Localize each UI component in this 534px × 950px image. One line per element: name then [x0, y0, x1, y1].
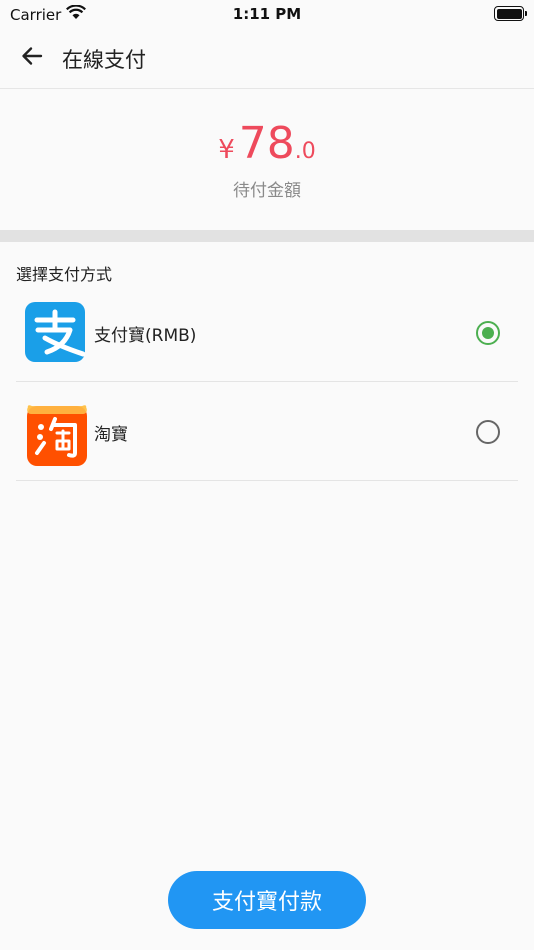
battery-icon: [494, 6, 527, 21]
amount-label: 待付金額: [233, 181, 301, 201]
amount-display: ¥ 78 .0: [0, 122, 534, 166]
payment-method-alipay[interactable]: 支付寶(RMB): [16, 283, 518, 382]
payment-method-label: 支付寶(RMB): [94, 326, 197, 346]
alipay-icon: [25, 302, 86, 362]
payment-screen: Carrier 1:11 PM 在線支付 ¥ 78 .0 待付金額 選擇支付方式…: [0, 0, 534, 950]
arrow-left-icon: [20, 44, 44, 72]
amount-section: ¥ 78 .0 待付金額: [0, 90, 534, 230]
radio-unselected-taobao[interactable]: [476, 420, 500, 444]
status-time: 1:11 PM: [232, 5, 302, 23]
payment-methods-title: 選擇支付方式: [16, 265, 113, 284]
amount-currency: ¥: [218, 135, 235, 165]
radio-selected-alipay[interactable]: [476, 321, 500, 345]
back-button[interactable]: [14, 40, 50, 76]
payment-method-label: 淘寶: [94, 425, 128, 445]
amount-decimal: .0: [294, 139, 316, 164]
status-bar: Carrier 1:11 PM: [0, 0, 534, 28]
nav-bar: 在線支付: [0, 28, 534, 89]
page-title: 在線支付: [62, 48, 146, 72]
taobao-icon: [25, 401, 87, 466]
payment-method-taobao[interactable]: 淘寶: [16, 382, 518, 481]
amount-integer: 78: [238, 118, 295, 169]
alipay-pay-button[interactable]: 支付寶付款: [168, 871, 366, 929]
section-divider: [0, 230, 534, 242]
